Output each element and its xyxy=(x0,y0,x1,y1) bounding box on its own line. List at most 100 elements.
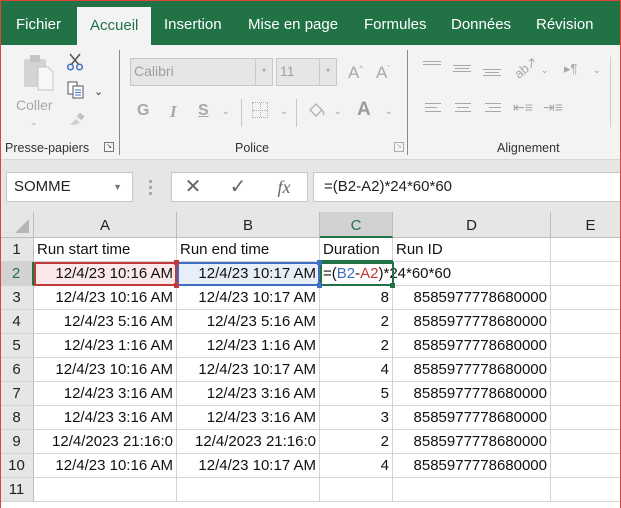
row-header-8[interactable]: 8 xyxy=(0,406,34,430)
cell-b10[interactable]: 12/4/23 10:17 AM xyxy=(177,454,320,478)
format-painter-icon[interactable] xyxy=(68,113,86,127)
enter-icon[interactable]: ✓ xyxy=(223,173,253,201)
cell-c10[interactable]: 4 xyxy=(320,454,393,478)
underline-dropdown-icon[interactable]: ⌄ xyxy=(222,106,230,117)
cell-d8[interactable]: 8585977778680000 xyxy=(393,406,551,430)
cell-c6[interactable]: 4 xyxy=(320,358,393,382)
align-bottom-icon[interactable] xyxy=(483,67,501,79)
ref-handle-a2[interactable] xyxy=(174,260,179,265)
tab-fichier[interactable]: Fichier xyxy=(16,0,61,45)
ref-handle-a2[interactable] xyxy=(174,283,179,288)
align-right-icon[interactable] xyxy=(485,103,501,115)
ref-handle-b2[interactable] xyxy=(317,260,322,265)
cell-b1[interactable]: Run end time xyxy=(177,238,320,262)
resize-grip-icon[interactable] xyxy=(149,180,152,198)
align-center-icon[interactable] xyxy=(455,103,471,115)
increase-indent-icon[interactable]: ⇥≡ xyxy=(543,100,563,114)
cell-a6[interactable]: 12/4/23 10:16 AM xyxy=(34,358,177,382)
cell-a9[interactable]: 12/4/2023 21:16:0 xyxy=(34,430,177,454)
cell-c11[interactable] xyxy=(320,478,393,502)
italic-button[interactable]: I xyxy=(170,103,177,120)
cancel-icon[interactable]: ✕ xyxy=(178,173,208,201)
column-header-a[interactable]: A xyxy=(34,212,177,238)
cell-e2[interactable] xyxy=(551,262,621,286)
cell-e1[interactable] xyxy=(551,238,621,262)
cell-e11[interactable] xyxy=(551,478,621,502)
cell-e3[interactable] xyxy=(551,286,621,310)
cut-icon[interactable] xyxy=(66,53,84,71)
cell-c7[interactable]: 5 xyxy=(320,382,393,406)
cell-a11[interactable] xyxy=(34,478,177,502)
tab-insertion[interactable]: Insertion xyxy=(164,0,222,45)
text-direction-dropdown-icon[interactable]: ⌄ xyxy=(593,65,601,76)
column-header-e[interactable]: E xyxy=(551,212,621,238)
bold-button[interactable]: G xyxy=(137,103,149,119)
tab-mise-en-page[interactable]: Mise en page xyxy=(248,0,338,45)
cell-b5[interactable]: 12/4/23 1:16 AM xyxy=(177,334,320,358)
cell-a7[interactable]: 12/4/23 3:16 AM xyxy=(34,382,177,406)
cell-b9[interactable]: 12/4/2023 21:16:0 xyxy=(177,430,320,454)
row-header-10[interactable]: 10 xyxy=(0,454,34,478)
fill-color-dropdown-icon[interactable]: ⌄ xyxy=(334,106,342,117)
ref-handle-b2[interactable] xyxy=(317,283,322,288)
cell-c5[interactable]: 2 xyxy=(320,334,393,358)
cell-c3[interactable]: 8 xyxy=(320,286,393,310)
cell-d5[interactable]: 8585977778680000 xyxy=(393,334,551,358)
align-left-icon[interactable] xyxy=(425,103,441,115)
cell-b11[interactable] xyxy=(177,478,320,502)
copy-icon[interactable] xyxy=(67,81,85,99)
align-middle-icon[interactable] xyxy=(453,65,471,77)
cell-b2[interactable]: 12/4/23 10:17 AM xyxy=(177,262,320,286)
cell-e8[interactable] xyxy=(551,406,621,430)
cell-a3[interactable]: 12/4/23 10:16 AM xyxy=(34,286,177,310)
column-header-c[interactable]: C xyxy=(320,212,393,238)
row-header-4[interactable]: 4 xyxy=(0,310,34,334)
font-size-select[interactable]: 11 ▾ xyxy=(276,58,337,86)
tab-donnees[interactable]: Données xyxy=(451,0,511,45)
borders-icon[interactable] xyxy=(252,102,268,118)
tab-revision[interactable]: Révision xyxy=(536,0,594,45)
paste-button[interactable]: Coller ⌄ xyxy=(14,53,58,133)
cell-e6[interactable] xyxy=(551,358,621,382)
cell-e5[interactable] xyxy=(551,334,621,358)
cell-e10[interactable] xyxy=(551,454,621,478)
cell-c4[interactable]: 2 xyxy=(320,310,393,334)
dialog-launcher-icon[interactable]: ↘ xyxy=(104,142,114,152)
cell-a8[interactable]: 12/4/23 3:16 AM xyxy=(34,406,177,430)
borders-dropdown-icon[interactable]: ⌄ xyxy=(280,106,288,117)
orientation-dropdown-icon[interactable]: ⌄ xyxy=(541,65,549,76)
cell-c9[interactable]: 2 xyxy=(320,430,393,454)
cell-a1[interactable]: Run start time xyxy=(34,238,177,262)
cell-c1[interactable]: Duration xyxy=(320,238,393,262)
cell-d3[interactable]: 8585977778680000 xyxy=(393,286,551,310)
decrease-indent-icon[interactable]: ⇤≡ xyxy=(513,100,533,114)
row-header-2[interactable]: 2 xyxy=(0,262,34,286)
cell-b7[interactable]: 12/4/23 3:16 AM xyxy=(177,382,320,406)
row-header-7[interactable]: 7 xyxy=(0,382,34,406)
row-header-6[interactable]: 6 xyxy=(0,358,34,382)
cell-d10[interactable]: 8585977778680000 xyxy=(393,454,551,478)
cell-d1[interactable]: Run ID xyxy=(393,238,551,262)
font-color-dropdown-icon[interactable]: ⌄ xyxy=(385,106,393,117)
cell-b3[interactable]: 12/4/23 10:17 AM xyxy=(177,286,320,310)
font-color-icon[interactable]: A xyxy=(357,100,371,119)
cell-d9[interactable]: 8585977778680000 xyxy=(393,430,551,454)
column-header-d[interactable]: D xyxy=(393,212,551,238)
orientation-icon[interactable]: ab↗ xyxy=(511,54,540,82)
cell-a4[interactable]: 12/4/23 5:16 AM xyxy=(34,310,177,334)
name-box[interactable]: SOMME ▼ xyxy=(6,172,133,202)
select-all-button[interactable] xyxy=(0,212,34,238)
insert-function-icon[interactable]: fx xyxy=(269,173,299,201)
row-header-1[interactable]: 1 xyxy=(0,238,34,262)
cell-d4[interactable]: 8585977778680000 xyxy=(393,310,551,334)
cell-b4[interactable]: 12/4/23 5:16 AM xyxy=(177,310,320,334)
copy-dropdown-icon[interactable]: ⌄ xyxy=(94,85,103,98)
underline-button[interactable]: S xyxy=(198,103,209,119)
text-direction-icon[interactable]: ▸¶ xyxy=(564,62,578,75)
cell-d6[interactable]: 8585977778680000 xyxy=(393,358,551,382)
row-header-5[interactable]: 5 xyxy=(0,334,34,358)
cell-a10[interactable]: 12/4/23 10:16 AM xyxy=(34,454,177,478)
formula-input[interactable]: =(B2-A2)*24*60*60 xyxy=(313,172,621,202)
cell-d7[interactable]: 8585977778680000 xyxy=(393,382,551,406)
cell-c2[interactable]: =(B2-A2)*24*60*60 xyxy=(320,262,451,286)
